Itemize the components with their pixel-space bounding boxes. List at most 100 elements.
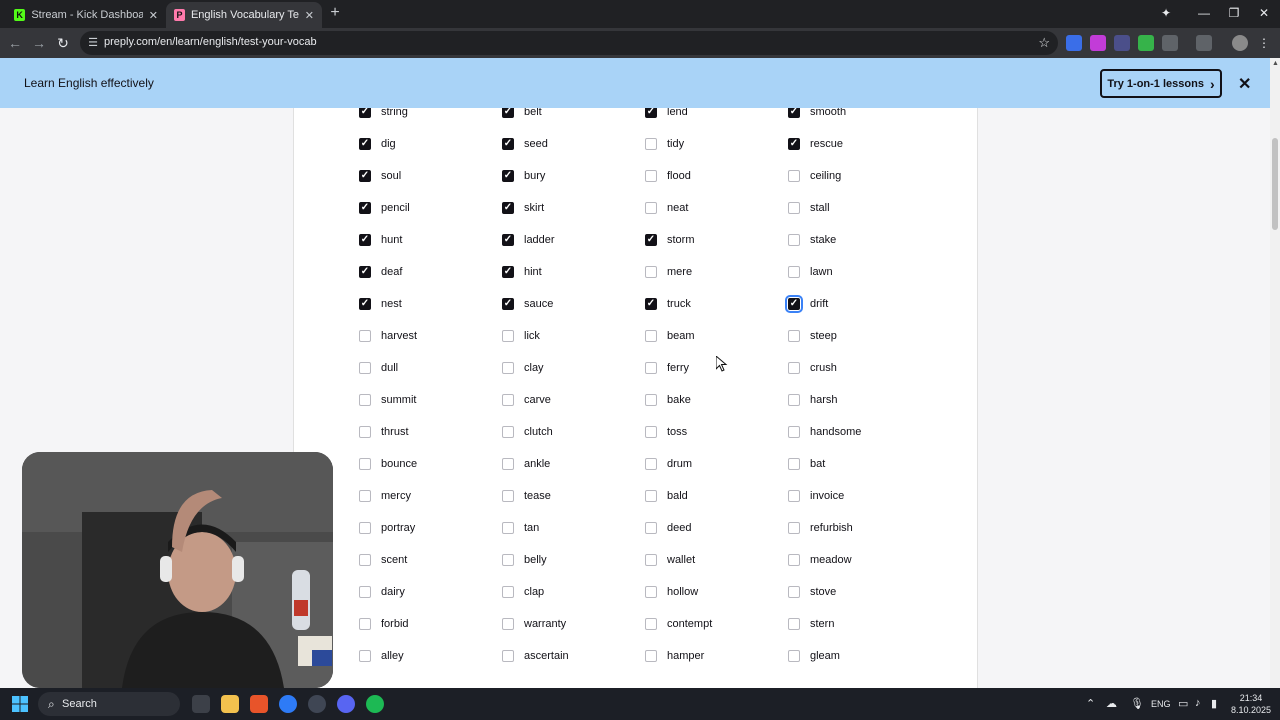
checkbox-checked[interactable]	[645, 234, 657, 246]
vocab-word-label[interactable]: alley	[381, 650, 404, 662]
vocab-word-option[interactable]: hamper	[645, 648, 704, 664]
vocab-word-option[interactable]: ceiling	[788, 168, 841, 184]
vocab-word-label[interactable]: pencil	[381, 202, 410, 214]
vocab-word-option[interactable]: bury	[502, 168, 545, 184]
forward-arrow-icon[interactable]: →	[30, 34, 48, 52]
vocab-word-label[interactable]: soul	[381, 170, 401, 182]
checkbox-unchecked[interactable]	[502, 362, 514, 374]
try-lessons-button[interactable]: Try 1-on-1 lessons ›	[1100, 69, 1222, 98]
vocab-word-label[interactable]: crush	[810, 362, 837, 374]
checkbox-unchecked[interactable]	[502, 490, 514, 502]
checkbox-unchecked[interactable]	[788, 554, 800, 566]
vocab-word-label[interactable]: stall	[810, 202, 830, 214]
checkbox-checked[interactable]	[785, 295, 803, 313]
tray-overflow-chevron-icon[interactable]: ⌃	[1086, 697, 1095, 710]
checkbox-unchecked[interactable]	[788, 586, 800, 598]
vocab-word-option[interactable]: hollow	[645, 584, 698, 600]
vocab-word-label[interactable]: bake	[667, 394, 691, 406]
network-icon[interactable]: ▭	[1178, 697, 1188, 710]
vocab-word-option[interactable]: neat	[645, 200, 688, 216]
vocab-word-label[interactable]: forbid	[381, 618, 409, 630]
taskbar-search-box[interactable]: ⌕ Search	[38, 692, 180, 716]
vocab-word-option[interactable]: sauce	[502, 296, 553, 312]
task-view-icon[interactable]	[192, 695, 210, 713]
vocab-word-option[interactable]: dull	[359, 360, 398, 376]
checkbox-checked[interactable]	[502, 298, 514, 310]
cloud-icon[interactable]: ☁	[1106, 697, 1117, 710]
vocab-word-option[interactable]: hunt	[359, 232, 402, 248]
checkbox-unchecked[interactable]	[645, 266, 657, 278]
vocab-word-label[interactable]: handsome	[810, 426, 861, 438]
checkbox-unchecked[interactable]	[359, 330, 371, 342]
site-info-icon[interactable]: ☰	[86, 36, 100, 50]
file-explorer-icon[interactable]	[221, 695, 239, 713]
vocab-word-option[interactable]: forbid	[359, 616, 409, 632]
checkbox-checked[interactable]	[788, 138, 800, 150]
vocab-word-label[interactable]: drift	[810, 298, 828, 310]
vocab-word-label[interactable]: invoice	[810, 490, 844, 502]
vocab-word-label[interactable]: refurbish	[810, 522, 853, 534]
profile-avatar[interactable]	[1232, 35, 1248, 51]
vocab-word-label[interactable]: stake	[810, 234, 836, 246]
vocab-word-option[interactable]: stake	[788, 232, 836, 248]
checkbox-checked[interactable]	[502, 202, 514, 214]
vocab-word-option[interactable]: mercy	[359, 488, 411, 504]
vocab-word-option[interactable]: dig	[359, 136, 396, 152]
vocab-word-label[interactable]: skirt	[524, 202, 544, 214]
checkbox-unchecked[interactable]	[788, 490, 800, 502]
vocab-word-option[interactable]: contempt	[645, 616, 712, 632]
vocab-word-label[interactable]: seed	[524, 138, 548, 150]
ai-sparkle-icon[interactable]: ✦	[1156, 4, 1176, 22]
vocab-word-label[interactable]: clutch	[524, 426, 553, 438]
vocab-word-option[interactable]: belly	[502, 552, 547, 568]
close-banner-icon[interactable]: ✕	[1238, 74, 1251, 94]
checkbox-unchecked[interactable]	[502, 426, 514, 438]
vocab-word-label[interactable]: ascertain	[524, 650, 569, 662]
vocab-word-option[interactable]: clap	[502, 584, 544, 600]
vocab-word-label[interactable]: scent	[381, 554, 407, 566]
side-panel-icon[interactable]	[1196, 35, 1212, 51]
checkbox-unchecked[interactable]	[645, 522, 657, 534]
checkbox-unchecked[interactable]	[359, 490, 371, 502]
vocab-word-option[interactable]: stove	[788, 584, 836, 600]
vocab-word-label[interactable]: tease	[524, 490, 551, 502]
checkbox-unchecked[interactable]	[502, 458, 514, 470]
minimize-window-icon[interactable]: —	[1194, 4, 1214, 22]
extension-pink-icon[interactable]	[1090, 35, 1106, 51]
checkbox-unchecked[interactable]	[788, 170, 800, 182]
microphone-icon[interactable]: 🎙	[1130, 697, 1144, 710]
vocab-word-label[interactable]: bounce	[381, 458, 417, 470]
vocab-word-label[interactable]: nest	[381, 298, 402, 310]
vocab-word-option[interactable]: clutch	[502, 424, 553, 440]
new-tab-plus-icon[interactable]: +	[326, 4, 344, 22]
checkbox-unchecked[interactable]	[359, 554, 371, 566]
vocab-word-label[interactable]: harsh	[810, 394, 838, 406]
vocab-word-label[interactable]: rescue	[810, 138, 843, 150]
checkbox-unchecked[interactable]	[359, 586, 371, 598]
vocab-word-option[interactable]: ladder	[502, 232, 555, 248]
vocab-word-option[interactable]: tan	[502, 520, 539, 536]
vocab-word-option[interactable]: clay	[502, 360, 544, 376]
checkbox-unchecked[interactable]	[645, 330, 657, 342]
checkbox-unchecked[interactable]	[359, 618, 371, 630]
tab-kick-dashboard[interactable]: K Stream - Kick Dashboard ✕	[6, 2, 166, 28]
streaming-app-icon[interactable]	[308, 695, 326, 713]
vocab-word-label[interactable]: ferry	[667, 362, 689, 374]
language-indicator[interactable]: ENG	[1151, 699, 1171, 709]
vocab-word-label[interactable]: stove	[810, 586, 836, 598]
browser-menu-icon[interactable]: ⋮	[1256, 35, 1272, 51]
vocab-word-label[interactable]: truck	[667, 298, 691, 310]
vocab-word-option[interactable]: stern	[788, 616, 834, 632]
checkbox-unchecked[interactable]	[359, 458, 371, 470]
vocab-word-label[interactable]: flood	[667, 170, 691, 182]
checkbox-unchecked[interactable]	[359, 394, 371, 406]
vocab-word-label[interactable]: mercy	[381, 490, 411, 502]
vocab-word-label[interactable]: dig	[381, 138, 396, 150]
vocab-word-label[interactable]: gleam	[810, 650, 840, 662]
tab-preply-vocab-test[interactable]: P English Vocabulary Test: How M ✕	[166, 2, 322, 28]
checkbox-unchecked[interactable]	[788, 234, 800, 246]
vocab-word-option[interactable]: tidy	[645, 136, 684, 152]
checkbox-unchecked[interactable]	[359, 362, 371, 374]
scrollbar-thumb[interactable]	[1272, 138, 1278, 230]
vocab-word-label[interactable]: hollow	[667, 586, 698, 598]
